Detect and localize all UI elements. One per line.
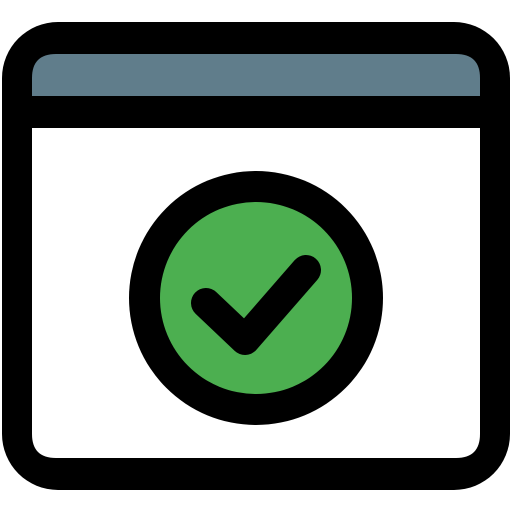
browser-window-check-icon [0, 0, 512, 512]
check-circle-fill [160, 202, 352, 394]
window-titlebar [32, 54, 480, 96]
icon-graphic [2, 22, 510, 490]
